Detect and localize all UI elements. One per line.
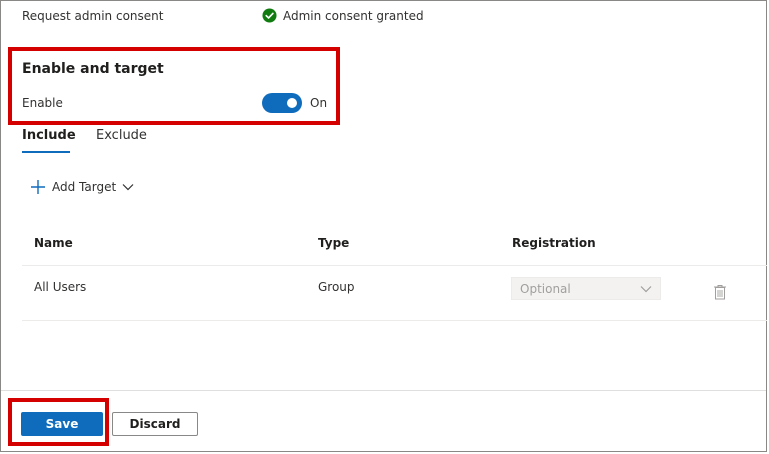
add-target-label: Add Target [52, 180, 117, 194]
toggle-state-label: On [310, 96, 328, 110]
table-header-divider [22, 265, 767, 266]
registration-dropdown[interactable]: Optional [511, 277, 661, 300]
row-name-cell: All Users [34, 280, 87, 294]
chevron-down-icon [640, 285, 652, 292]
add-target-button[interactable]: Add Target [30, 179, 134, 195]
row-type-cell: Group [318, 280, 355, 294]
tab-include[interactable]: Include [22, 128, 76, 143]
discard-button[interactable]: Discard [112, 412, 198, 436]
tab-selected-indicator [22, 151, 70, 153]
check-circle-icon [262, 8, 277, 23]
plus-icon [31, 180, 45, 194]
admin-consent-label: Request admin consent [22, 9, 164, 23]
column-header-name: Name [34, 236, 73, 250]
save-button[interactable]: Save [21, 412, 103, 436]
toggle-knob [287, 98, 297, 108]
column-header-type: Type [318, 236, 350, 250]
section-title: Enable and target [22, 61, 164, 77]
chevron-down-icon [122, 184, 134, 191]
footer-divider [1, 390, 766, 391]
tab-exclude[interactable]: Exclude [96, 128, 147, 143]
enable-toggle[interactable] [262, 93, 302, 113]
column-header-registration: Registration [512, 236, 596, 250]
admin-consent-status: Admin consent granted [262, 8, 424, 23]
admin-consent-status-text: Admin consent granted [283, 8, 424, 23]
enable-section-highlight [8, 47, 340, 125]
delete-trash-icon[interactable] [713, 284, 727, 300]
table-row-divider [22, 320, 767, 321]
registration-dropdown-value: Optional [520, 281, 571, 296]
enable-label: Enable [22, 96, 63, 110]
